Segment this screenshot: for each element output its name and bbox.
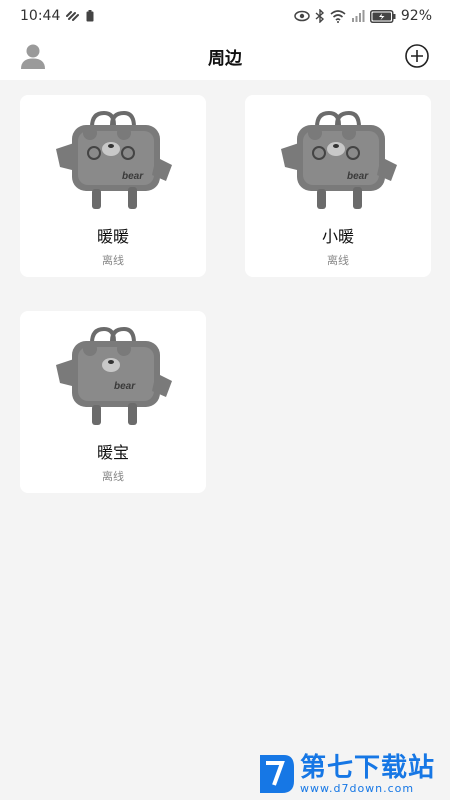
watermark-logo-icon — [260, 755, 294, 793]
status-bar: 10:44 92% — [0, 0, 450, 32]
battery-saver-icon — [86, 10, 94, 22]
bear-warmer-image: bear — [56, 326, 172, 425]
avatar-icon[interactable] — [19, 42, 47, 70]
add-button[interactable] — [404, 43, 430, 69]
signal-icon — [351, 10, 365, 22]
header: 周边 — [0, 32, 450, 80]
bluetooth-icon — [315, 9, 324, 23]
bear-label: bear — [122, 171, 144, 182]
data-saver-icon — [66, 11, 80, 21]
device-name: 暖暖 — [96, 227, 129, 246]
device-status: 离线 — [327, 254, 349, 267]
bear-label: bear — [347, 171, 369, 182]
battery-percent: 92% — [400, 8, 432, 24]
device-card[interactable]: bear 暖宝 离线 — [20, 311, 206, 493]
bear-warmer-image: bear — [56, 110, 172, 209]
device-status: 离线 — [102, 254, 124, 267]
device-name: 暖宝 — [96, 443, 129, 462]
watermark: 第七下载站 www.d7down.com — [256, 748, 446, 800]
clock: 10:44 — [20, 8, 61, 24]
device-status: 离线 — [102, 470, 124, 483]
watermark-text: 第七下载站 www.d7down.com — [300, 754, 435, 795]
bear-label: bear — [114, 381, 136, 392]
wifi-icon — [330, 9, 346, 23]
eye-icon — [294, 10, 310, 22]
status-bar-right: 92% — [294, 8, 432, 24]
status-bar-left: 10:44 — [20, 8, 94, 24]
page-title: 周边 — [208, 48, 242, 69]
bear-warmer-image: bear — [281, 110, 397, 209]
device-card[interactable]: bear 小暖 离线 — [245, 95, 431, 277]
watermark-title: 第七下载站 — [300, 752, 436, 783]
watermark-url: www.d7down.com — [300, 781, 415, 795]
device-card[interactable]: bear 暖暖 离线 — [20, 95, 206, 277]
battery-icon — [369, 9, 396, 23]
device-name: 小暖 — [321, 227, 354, 246]
